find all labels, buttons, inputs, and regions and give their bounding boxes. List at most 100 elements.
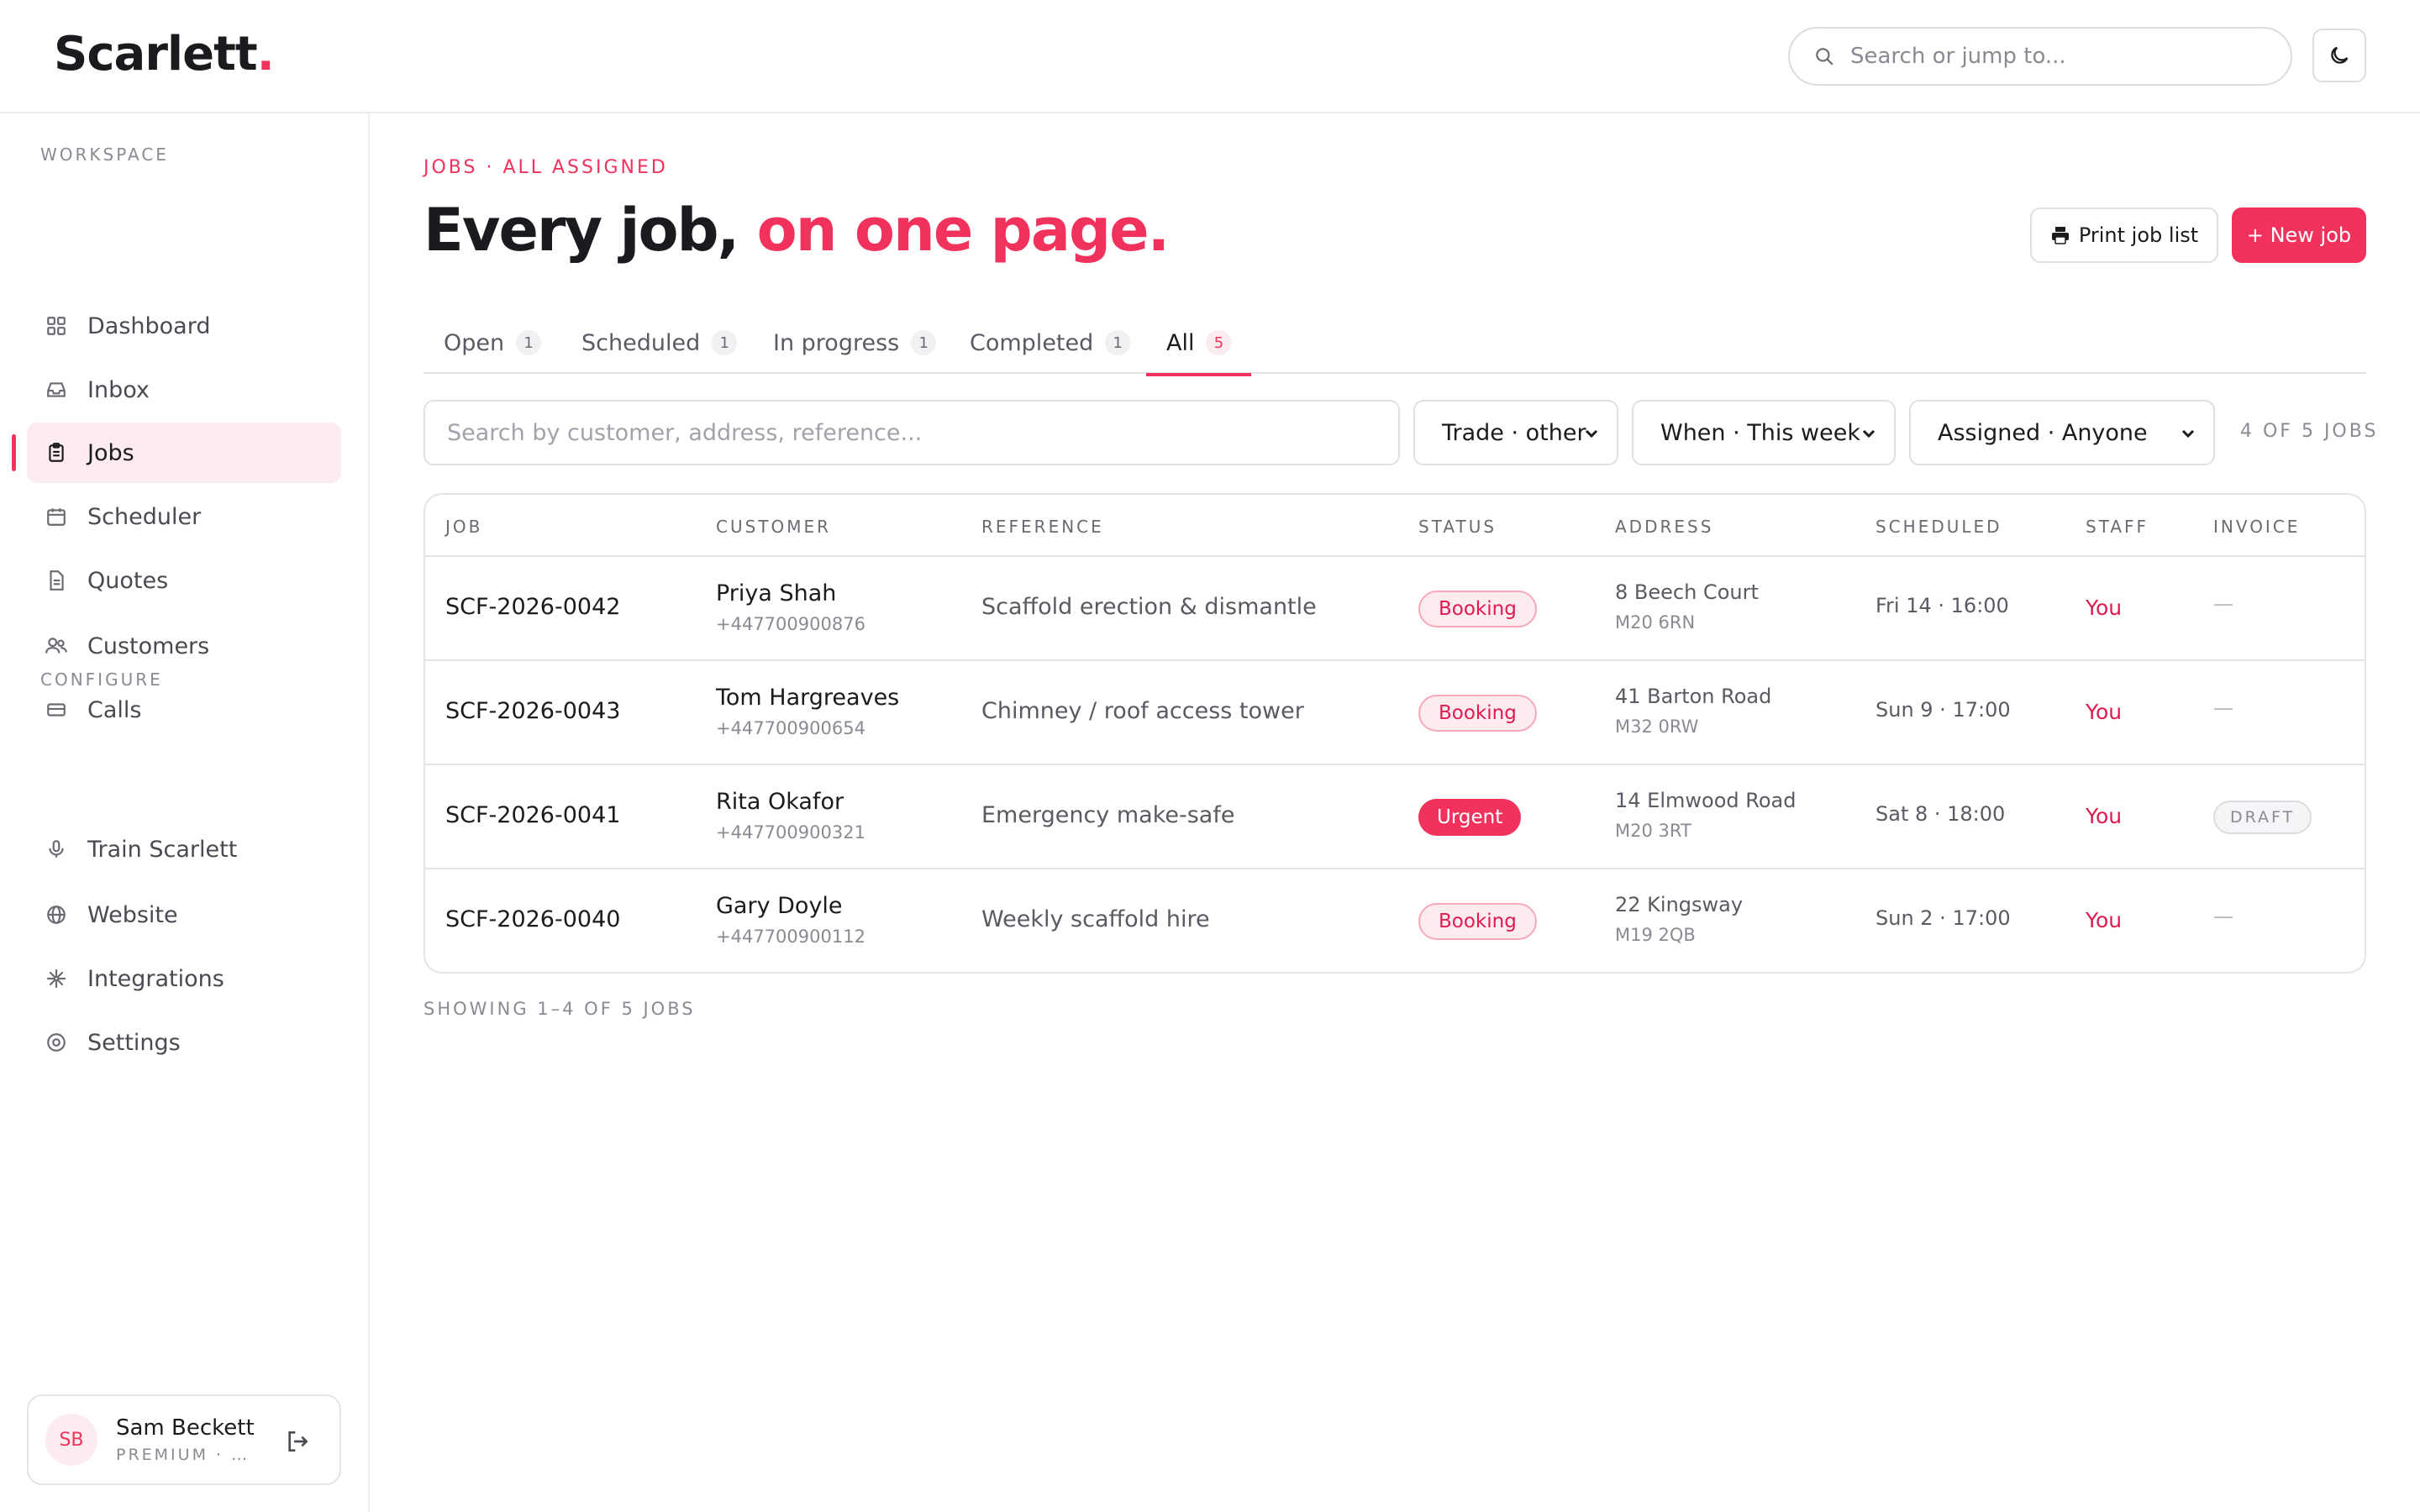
sidebar-item-customers[interactable]: Customers xyxy=(27,616,341,676)
job-id[interactable]: SCF-2026-0042 xyxy=(445,594,620,620)
job-search-input[interactable]: Search by customer, address, reference..… xyxy=(424,400,1400,465)
search-icon xyxy=(1816,48,1833,66)
invoice-draft-badge[interactable]: DRAFT xyxy=(2213,801,2312,834)
status-badge: Booking xyxy=(1418,591,1537,627)
workspace-section-label: WORKSPACE xyxy=(40,144,169,165)
tab-open[interactable]: Open 1 xyxy=(424,312,561,374)
job-id[interactable]: SCF-2026-0041 xyxy=(445,802,620,828)
users-icon xyxy=(44,633,69,659)
user-plan: PREMIUM · S... xyxy=(116,1446,259,1464)
invoice-empty: — xyxy=(2213,696,2233,720)
job-id[interactable]: SCF-2026-0040 xyxy=(445,906,620,932)
address-postcode: M19 2QB xyxy=(1615,925,1696,945)
jobs-table: JOB CUSTOMER REFERENCE STATUS ADDRESS SC… xyxy=(424,493,2366,974)
when-filter-value: When · This week xyxy=(1660,419,1860,446)
address-postcode: M20 6RN xyxy=(1615,612,1696,633)
new-job-label: + New job xyxy=(2246,223,2352,247)
customer-phone: +447700900112 xyxy=(716,927,865,947)
status-badge: Booking xyxy=(1418,903,1537,940)
page-title-start: Every job, xyxy=(424,196,739,265)
sidebar-item-scheduler[interactable]: Scheduler xyxy=(27,486,341,547)
tab-count: 5 xyxy=(1206,330,1232,355)
table-row[interactable]: SCF-2026-0041 Rita Okafor +447700900321 … xyxy=(425,765,2365,869)
chevron-down-icon xyxy=(2181,429,2195,438)
address-postcode: M32 0RW xyxy=(1615,717,1699,737)
column-header[interactable]: SCHEDULED xyxy=(1876,517,2002,537)
column-header[interactable]: REFERENCE xyxy=(981,517,1104,537)
page-kicker: JOBS · ALL ASSIGNED xyxy=(424,157,668,178)
column-header[interactable]: CUSTOMER xyxy=(716,517,831,537)
job-reference: Chimney / roof access tower xyxy=(981,698,1304,724)
scheduled-time: Sat 8 · 18:00 xyxy=(1876,802,2006,826)
user-card[interactable]: SB Sam Beckett PREMIUM · S... xyxy=(27,1394,341,1485)
sidebar-item-label: Dashboard xyxy=(87,312,211,339)
tab-label: Scheduled xyxy=(581,329,701,356)
sidebar-item-label: Scheduler xyxy=(87,503,202,530)
scheduled-time: Sun 9 · 17:00 xyxy=(1876,698,2011,722)
address-line: 22 Kingsway xyxy=(1615,893,1744,916)
tab-count: 1 xyxy=(911,330,937,355)
tab-scheduled[interactable]: Scheduled 1 xyxy=(561,312,757,374)
column-header[interactable]: STAFF xyxy=(2086,517,2149,537)
address-postcode: M20 3RT xyxy=(1615,821,1691,841)
print-job-list-button[interactable]: Print job list xyxy=(2030,207,2218,263)
global-search-input[interactable]: Search or jump to... xyxy=(1788,27,2292,86)
page-title-accent: on one page. xyxy=(738,196,1171,265)
column-header[interactable]: STATUS xyxy=(1418,517,1497,537)
tab-label: Open xyxy=(444,329,505,356)
sidebar-item-label: Calls xyxy=(87,696,142,723)
card-icon xyxy=(44,697,69,722)
status-badge: Urgent xyxy=(1418,799,1522,836)
sidebar-item-label: Integrations xyxy=(87,965,224,992)
chevron-down-icon xyxy=(1585,429,1598,438)
tab-in-progress[interactable]: In progress 1 xyxy=(753,312,956,374)
logout-icon[interactable] xyxy=(284,1428,311,1455)
sidebar-item-dashboard[interactable]: Dashboard xyxy=(27,296,341,356)
sidebar-item-train-scarlett[interactable]: Train Scarlett xyxy=(27,819,341,879)
brand-logo[interactable]: Scarlett. xyxy=(54,27,275,81)
sidebar-item-label: Quotes xyxy=(87,567,169,594)
assigned-filter-select[interactable]: Assigned · Anyone xyxy=(1909,400,2215,465)
grid-icon xyxy=(44,313,69,339)
column-header[interactable]: ADDRESS xyxy=(1615,517,1713,537)
staff-assignee: You xyxy=(2086,804,2123,828)
customer-phone: +447700900654 xyxy=(716,718,865,738)
trade-filter-select[interactable]: Trade · other xyxy=(1413,400,1618,465)
top-bar: Scarlett. Search or jump to... xyxy=(0,0,2420,113)
when-filter-select[interactable]: When · This week xyxy=(1632,400,1896,465)
sidebar-item-inbox[interactable]: Inbox xyxy=(27,360,341,420)
global-search-placeholder: Search or jump to... xyxy=(1850,44,2066,69)
sidebar-item-label: Settings xyxy=(87,1029,181,1056)
table-row[interactable]: SCF-2026-0040 Gary Doyle +447700900112 W… xyxy=(425,869,2365,972)
sidebar-item-jobs[interactable]: Jobs xyxy=(27,423,341,483)
table-row[interactable]: SCF-2026-0043 Tom Hargreaves +4477009006… xyxy=(425,661,2365,765)
user-info: Sam Beckett PREMIUM · S... xyxy=(116,1415,259,1464)
scheduled-time: Sun 2 · 17:00 xyxy=(1876,906,2011,930)
address-line: 41 Barton Road xyxy=(1615,685,1772,708)
column-header[interactable]: JOB xyxy=(445,517,482,537)
customer-phone: +447700900876 xyxy=(716,614,865,634)
theme-toggle-button[interactable] xyxy=(2312,29,2366,82)
tab-count: 1 xyxy=(1105,330,1131,355)
sidebar-item-quotes[interactable]: Quotes xyxy=(27,550,341,611)
trade-filter-value: Trade · other xyxy=(1442,419,1586,446)
job-tabs: Open 1 Scheduled 1 In progress 1 Completed 1… xyxy=(424,312,2366,376)
table-row[interactable]: SCF-2026-0042 Priya Shah +447700900876 S… xyxy=(425,557,2365,661)
globe-icon xyxy=(44,902,69,927)
tab-all[interactable]: All 5 xyxy=(1146,312,1252,376)
tab-completed[interactable]: Completed 1 xyxy=(950,312,1150,374)
inbox-icon xyxy=(44,377,69,402)
tab-label: In progress xyxy=(773,329,900,356)
customer-phone: +447700900321 xyxy=(716,822,865,843)
sparkle-icon xyxy=(44,966,69,991)
sidebar-item-website[interactable]: Website xyxy=(27,885,341,945)
sidebar-item-integrations[interactable]: Integrations xyxy=(27,948,341,1009)
chevron-down-icon xyxy=(1862,429,1876,438)
sidebar-item-settings[interactable]: Settings xyxy=(27,1012,341,1073)
new-job-button[interactable]: + New job xyxy=(2232,207,2366,263)
sidebar-item-label: Train Scarlett xyxy=(87,836,238,863)
scheduled-time: Fri 14 · 16:00 xyxy=(1876,594,2009,617)
column-header[interactable]: INVOICE xyxy=(2213,517,2300,537)
job-id[interactable]: SCF-2026-0043 xyxy=(445,698,620,724)
table-header: JOB CUSTOMER REFERENCE STATUS ADDRESS SC… xyxy=(425,495,2365,557)
